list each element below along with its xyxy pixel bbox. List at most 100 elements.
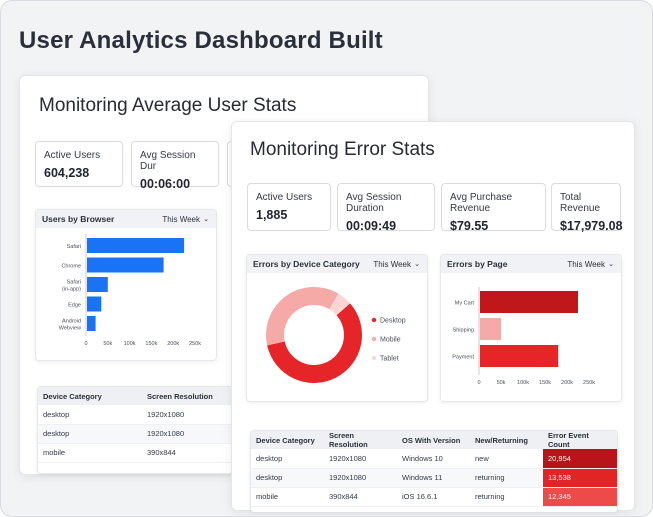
category-label: Webview	[59, 326, 81, 332]
chevron-down-icon: ⌄	[203, 216, 209, 223]
stat-label: Avg Purchase Revenue	[450, 192, 513, 214]
error-device-table: Device Category Screen Resolution OS Wit…	[250, 430, 618, 512]
cell-resolution: 390x844	[142, 443, 232, 463]
category-label: (in-app)	[62, 287, 81, 293]
chevron-down-icon: ⌄	[608, 261, 614, 268]
stat-label: Total Revenue	[560, 192, 601, 214]
users-by-browser-panel: Users by Browser This Week ⌄ Safari Chrom…	[35, 209, 217, 361]
cell-device: desktop	[38, 405, 142, 425]
cell-resolution: 390x844	[324, 487, 397, 507]
tick-label: 250k	[583, 380, 595, 386]
range-label: This Week	[567, 259, 605, 269]
tick-label: 50k	[497, 380, 506, 386]
stat-value: 00:09:49	[346, 219, 397, 233]
category-label: Edge	[68, 303, 81, 309]
cell-device: desktop	[251, 449, 324, 469]
range-label: This Week	[373, 259, 411, 269]
tick-label: 250k	[189, 341, 201, 347]
bar	[87, 277, 108, 292]
cell-error-count: 13,538	[543, 468, 617, 488]
bar	[87, 316, 96, 331]
stat-avg-purchase-revenue: Avg Purchase Revenue $79.55	[441, 183, 546, 233]
panel-header: Users by Browser This Week ⌄	[36, 210, 216, 228]
legend-label: Desktop	[380, 318, 406, 325]
tick-label: 200k	[167, 341, 179, 347]
column-header: Screen Resolution	[142, 387, 232, 405]
avg-device-table: Device Category Screen Resolution deskto…	[37, 386, 233, 474]
stat-value: 00:06:00	[140, 177, 191, 191]
tick-label: 0	[477, 380, 480, 386]
page-bar-chart: My Cart Shipping Payment 0 50k 100k 150k 200k 25…	[452, 287, 595, 386]
chevron-down-icon: ⌄	[414, 261, 420, 268]
tick-label: 150k	[145, 341, 157, 347]
cell-resolution: 1920x1080	[142, 405, 232, 425]
table-row[interactable]: desktop 1920x1080 Windows 11 returning 1…	[251, 468, 617, 488]
cell-os: iOS 16.6.1	[397, 487, 470, 507]
category-label: Safari	[67, 244, 81, 250]
legend-marker	[371, 317, 377, 323]
column-header: Error Event Count	[543, 431, 617, 449]
stat-active-users: Active Users 604,238	[35, 141, 123, 187]
table-row[interactable]: desktop 1920x1080	[38, 405, 232, 425]
errors-by-device-panel: Errors by Device Category This Week ⌄ De…	[246, 254, 428, 402]
cell-resolution: 1920x1080	[324, 468, 397, 488]
cell-device: mobile	[38, 443, 142, 463]
stat-avg-session-duration: Avg Session Duration 00:09:49	[337, 183, 435, 233]
panel-title: Errors by Page	[447, 259, 508, 269]
browser-bar-chart: SafariChromeSafari(in-app)EdgeAndroidWeb…	[59, 234, 201, 347]
cell-resolution: 1920x1080	[324, 449, 397, 469]
category-label: My Cart	[455, 301, 475, 307]
stat-label: Avg Session Dur	[140, 150, 196, 172]
error-card-title: Monitoring Error Stats	[250, 139, 435, 160]
cell-error-count: 12,345	[543, 487, 617, 507]
cell-error-count: 20,954	[543, 449, 617, 469]
stat-value: $79.55	[450, 219, 489, 233]
legend-marker	[371, 355, 377, 361]
stat-total-revenue: Total Revenue $17,979.08	[551, 183, 623, 233]
panel-title: Errors by Device Category	[253, 259, 360, 269]
panel-header: Errors by Page This Week ⌄	[441, 255, 621, 273]
stat-value: 1,885	[256, 208, 288, 222]
cell-resolution: 1920x1080	[142, 424, 232, 444]
range-select[interactable]: This Week ⌄	[373, 260, 421, 269]
screenshot-frame: User Analytics Dashboard Built Monitorin…	[0, 0, 653, 517]
cell-type: returning	[470, 487, 543, 507]
device-donut-chart: Desktop Mobile Tablet	[266, 287, 406, 383]
bar	[87, 296, 102, 312]
cell-device: mobile	[251, 487, 324, 507]
bar	[480, 291, 578, 313]
panel-header: Errors by Device Category This Week ⌄	[247, 255, 427, 273]
tick-label: 50k	[103, 341, 112, 347]
tick-label: 100k	[517, 380, 529, 386]
error-stats-card: Monitoring Error Stats Active Users 1,88…	[231, 121, 635, 512]
table-row[interactable]: mobile 390x844 iOS 16.6.1 returning 12,3…	[251, 487, 617, 507]
cell-device: desktop	[251, 468, 324, 488]
range-select[interactable]: This Week ⌄	[162, 215, 210, 224]
legend-marker	[371, 336, 377, 342]
column-header: New/Returning	[470, 431, 543, 449]
tick-label: 0	[84, 341, 87, 347]
cell-type: returning	[470, 468, 543, 488]
column-header: Device Category	[38, 387, 142, 405]
stat-label: Active Users	[256, 192, 313, 203]
cell-device: desktop	[38, 424, 142, 444]
table-row[interactable]: desktop 1920x1080	[38, 424, 232, 444]
category-label: Android	[62, 319, 81, 325]
category-label: Chrome	[61, 264, 81, 270]
category-label: Payment	[452, 355, 474, 361]
bar	[480, 345, 559, 367]
table-row[interactable]: desktop 1920x1080 Windows 10 new 20,954	[251, 449, 617, 469]
tick-label: 100k	[124, 341, 136, 347]
category-label: Shipping	[453, 328, 474, 334]
stat-value: 604,238	[44, 166, 90, 180]
errors-by-page-panel: Errors by Page This Week ⌄ My Cart Shippi…	[440, 254, 622, 402]
avg-card-title: Monitoring Average User Stats	[39, 95, 297, 116]
stat-value: $17,979.08	[560, 219, 623, 233]
cell-os: Windows 11	[397, 468, 470, 488]
range-label: This Week	[162, 214, 200, 224]
table-row[interactable]: mobile 390x844	[38, 443, 232, 463]
range-select[interactable]: This Week ⌄	[567, 260, 615, 269]
stat-label: Avg Session Duration	[346, 192, 402, 214]
legend-label: Mobile	[380, 337, 401, 344]
page-title: User Analytics Dashboard Built	[19, 27, 383, 54]
